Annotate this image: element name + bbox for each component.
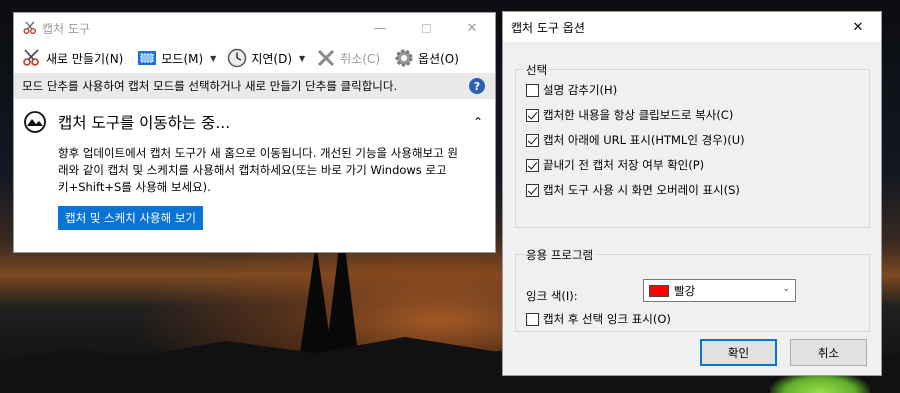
chevron-up-icon[interactable]: ⌃: [473, 115, 483, 129]
notice-header: 캡처 도구를 이동하는 중...: [24, 111, 230, 133]
delay-button[interactable]: 지연(D): [222, 45, 295, 71]
dialog-title-bar: 캡처 도구 옵션 ✕: [503, 12, 881, 42]
maximize-icon: [421, 23, 431, 33]
checkbox[interactable]: [526, 108, 539, 122]
selection-group-label: 선택: [524, 62, 550, 78]
cancel-dialog-button[interactable]: 취소: [790, 339, 867, 366]
options-dialog: 캡처 도구 옵션 ✕ 선택 설명 감추기(H) 캡처한 내용을 항상 클립보드로…: [502, 11, 882, 376]
delay-dropdown-icon[interactable]: ▼: [299, 54, 305, 63]
mode-dropdown-icon[interactable]: ▼: [210, 54, 216, 63]
scissors-icon: [20, 47, 44, 69]
checkbox[interactable]: [526, 312, 539, 326]
options-button[interactable]: 옵션(O): [389, 45, 462, 71]
selection-group: 선택 설명 감추기(H) 캡처한 내용을 항상 클립보드로 복사(C) 캡처 아…: [515, 62, 870, 228]
info-text: 모드 단추를 사용하여 캡처 모드를 선택하거나 새로 만들기 단추를 클릭합니…: [22, 79, 398, 93]
option-label: 캡처 도구 사용 시 화면 오버레이 표시(S): [543, 183, 740, 197]
option-label: 캡처 후 선택 잉크 표시(O): [543, 312, 671, 326]
copy-to-clipboard-option[interactable]: 캡처한 내용을 항상 클립보드로 복사(C): [526, 107, 733, 123]
application-group-label: 응용 프로그램: [524, 247, 596, 263]
option-label: 끝내기 전 캡처 저장 여부 확인(P): [543, 158, 705, 172]
screen-overlay-option[interactable]: 캡처 도구 사용 시 화면 오버레이 표시(S): [526, 182, 740, 198]
close-icon: ✕: [852, 19, 864, 35]
ink-color-value: 빨강: [674, 283, 696, 298]
rectangle-mode-icon: [135, 47, 159, 69]
checkbox[interactable]: [526, 158, 539, 172]
close-icon: ✕: [466, 20, 478, 36]
notice-body: 향후 업데이트에서 캡처 도구가 새 홈으로 이동됩니다. 개선된 기능을 사용…: [58, 146, 458, 194]
toolbar: 새로 만들기(N) 모드(M) ▼ 지연(D) ▼ 취소(C) 옵션(O): [14, 43, 495, 73]
show-ink-option[interactable]: 캡처 후 선택 잉크 표시(O): [526, 311, 671, 327]
try-snip-sketch-button[interactable]: 캡처 및 스케치 사용해 보기: [58, 206, 204, 230]
maximize-button[interactable]: [403, 13, 449, 43]
title-bar: 캡처 도구 — ✕: [14, 13, 495, 43]
checkbox[interactable]: [526, 83, 539, 97]
prompt-save-option[interactable]: 끝내기 전 캡처 저장 여부 확인(P): [526, 157, 704, 173]
chevron-down-icon: ⌄: [782, 284, 790, 294]
option-label: 캡처한 내용을 항상 클립보드로 복사(C): [543, 108, 734, 122]
checkbox[interactable]: [526, 133, 539, 147]
ink-color-label: 잉크 색(I):: [526, 289, 578, 303]
new-label: 새로 만들기(N): [46, 51, 124, 66]
checkbox[interactable]: [526, 183, 539, 197]
clock-icon: [225, 47, 249, 69]
option-label: 설명 감추기(H): [543, 83, 618, 97]
options-label: 옵션(O): [418, 51, 459, 66]
option-label: 캡처 아래에 URL 표시(HTML인 경우)(U): [543, 133, 745, 147]
scissors-icon: [23, 21, 36, 34]
dialog-close-button[interactable]: ✕: [835, 12, 881, 42]
hide-instructions-option[interactable]: 설명 감추기(H): [526, 82, 617, 98]
minimize-icon: —: [373, 20, 387, 36]
delay-label: 지연(D): [251, 51, 293, 66]
move-notice: 캡처 도구를 이동하는 중... ⌃ 향후 업데이트에서 캡처 도구가 새 홈으…: [14, 99, 495, 252]
window-title: 캡처 도구: [42, 21, 90, 36]
snipping-tool-window: 캡처 도구 — ✕ 새로 만들기(N) 모드(M) ▼ 지연(D) ▼ 취소(C…: [13, 12, 496, 253]
cancel-x-icon: [314, 47, 338, 69]
minimize-button[interactable]: —: [357, 13, 403, 43]
cancel-button[interactable]: 취소(C): [311, 45, 383, 71]
close-button[interactable]: ✕: [449, 13, 495, 43]
mode-label: 모드(M): [161, 51, 204, 66]
notice-title: 캡처 도구를 이동하는 중...: [58, 114, 231, 132]
dialog-title: 캡처 도구 옵션: [511, 20, 585, 35]
ok-button[interactable]: 확인: [700, 339, 777, 366]
info-bar: 모드 단추를 사용하여 캡처 모드를 선택하거나 새로 만들기 단추를 클릭합니…: [14, 73, 495, 99]
ink-color-select[interactable]: 빨강 ⌄: [643, 279, 796, 302]
snip-sketch-icon: [24, 111, 46, 133]
new-button[interactable]: 새로 만들기(N): [17, 45, 126, 71]
cancel-label: 취소(C): [340, 51, 380, 66]
show-url-option[interactable]: 캡처 아래에 URL 표시(HTML인 경우)(U): [526, 132, 745, 148]
application-group: 응용 프로그램 잉크 색(I): 빨강 ⌄ 캡처 후 선택 잉크 표시(O): [515, 247, 870, 332]
mode-button[interactable]: 모드(M): [132, 45, 206, 71]
gear-icon: [392, 47, 416, 69]
color-swatch: [649, 284, 669, 297]
help-icon[interactable]: ?: [469, 78, 485, 94]
